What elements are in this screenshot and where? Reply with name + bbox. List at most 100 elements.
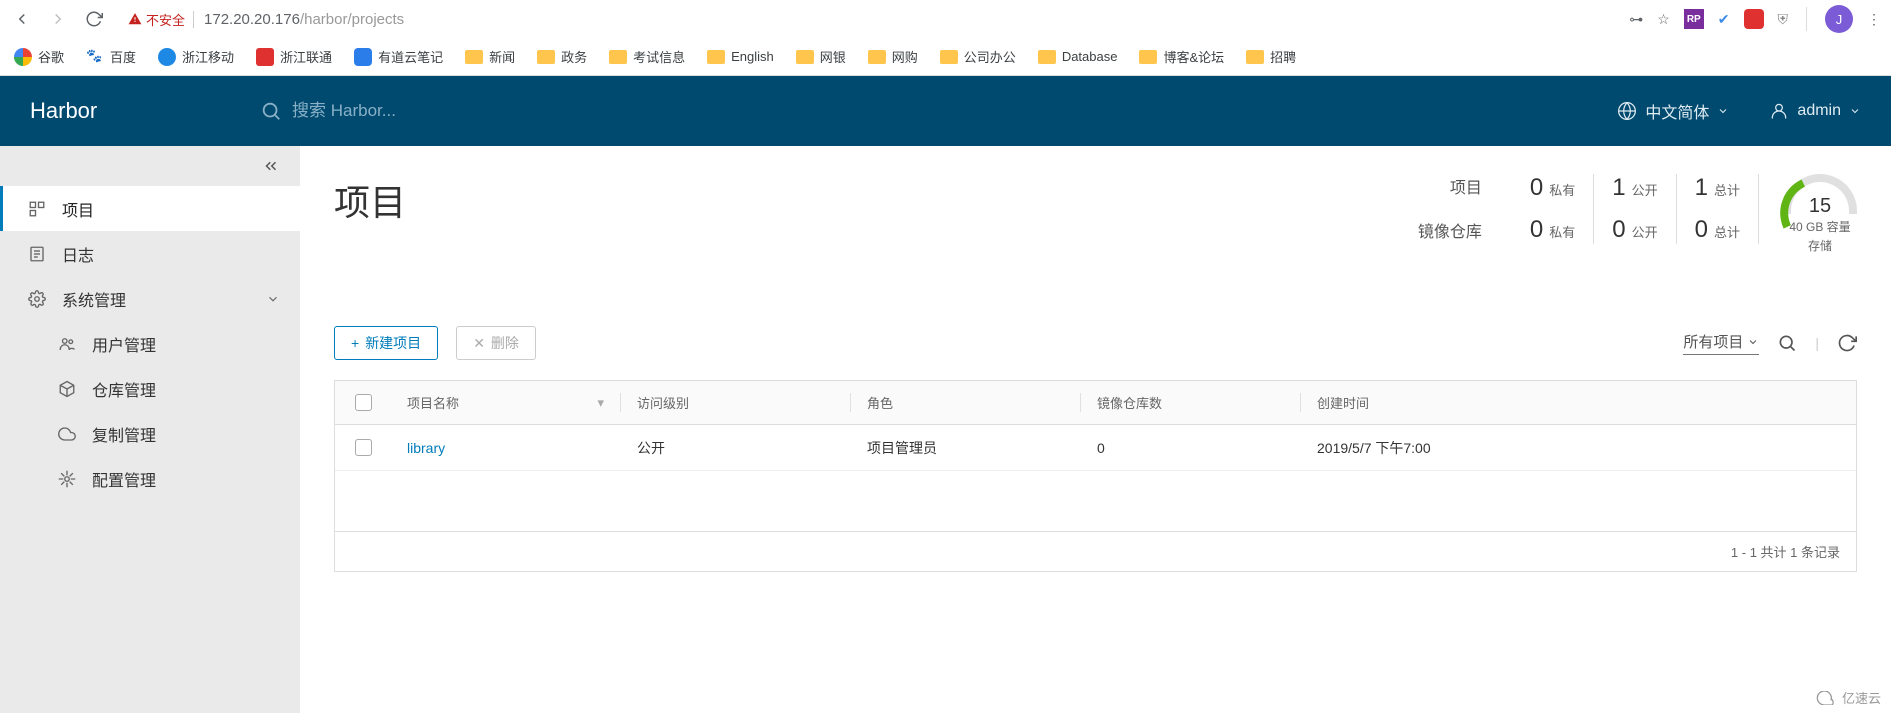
key-icon[interactable]: ⊶ xyxy=(1629,11,1643,28)
watermark: 亿速云 xyxy=(1816,688,1881,707)
insecure-badge: 不安全 xyxy=(128,10,185,29)
col-repo-count[interactable]: 镜像仓库数 xyxy=(1081,393,1301,412)
bookmark-english[interactable]: English xyxy=(707,49,774,64)
folder-icon xyxy=(1139,50,1157,64)
table-footer: 1 - 1 共计 1 条记录 xyxy=(335,531,1856,571)
bookmark-exam[interactable]: 考试信息 xyxy=(609,47,685,66)
sidebar-item-replication[interactable]: 复制管理 xyxy=(0,411,300,456)
filter-dropdown[interactable]: 所有项目 xyxy=(1683,331,1759,355)
col-access[interactable]: 访问级别 xyxy=(621,393,851,412)
bookmark-google[interactable]: 谷歌 xyxy=(14,47,64,66)
sidebar-item-users[interactable]: 用户管理 xyxy=(0,321,300,366)
search-wrapper xyxy=(260,100,1617,122)
bookmark-gov[interactable]: 政务 xyxy=(537,47,587,66)
menu-icon[interactable]: ⋮ xyxy=(1867,11,1881,28)
gear-icon xyxy=(58,470,78,488)
sort-icon: ▾ xyxy=(597,395,604,411)
bookmark-office[interactable]: 公司办公 xyxy=(940,47,1016,66)
chevron-down-icon xyxy=(1747,336,1759,348)
folder-icon xyxy=(1246,50,1264,64)
reload-button[interactable] xyxy=(82,7,106,31)
bookmark-zjunicom[interactable]: 浙江联通 xyxy=(256,47,332,66)
sidebar-item-logs[interactable]: 日志 xyxy=(0,231,300,276)
bookmarks-bar: 谷歌 🐾百度 浙江移动 浙江联通 有道云笔记 新闻 政务 考试信息 Englis… xyxy=(0,38,1891,76)
select-all-checkbox[interactable] xyxy=(355,394,372,411)
cell-role: 项目管理员 xyxy=(851,438,1081,458)
cloud-icon xyxy=(1816,691,1838,705)
sidebar-item-repos[interactable]: 仓库管理 xyxy=(0,366,300,411)
browser-right-icons: ⊶ ☆ RP ✔ ⛨ J ⋮ xyxy=(1629,5,1881,33)
sidebar-collapse-button[interactable] xyxy=(0,146,300,186)
stat-repos-public: 0公开 xyxy=(1612,216,1657,244)
forward-button[interactable] xyxy=(46,7,70,31)
address-bar[interactable]: 不安全 172.20.20.176/harbor/projects xyxy=(118,4,1617,34)
new-project-button[interactable]: + 新建项目 xyxy=(334,326,438,360)
bird-extension-icon[interactable]: ✔ xyxy=(1718,11,1730,28)
delete-button[interactable]: ✕ 删除 xyxy=(456,326,536,360)
user-dropdown[interactable]: admin xyxy=(1769,101,1861,121)
stat-projects-public: 1公开 xyxy=(1612,174,1657,202)
projects-icon xyxy=(28,200,48,218)
project-link[interactable]: library xyxy=(391,440,621,456)
plus-icon: + xyxy=(351,335,359,351)
col-role[interactable]: 角色 xyxy=(851,393,1081,412)
bookmark-zjmobile[interactable]: 浙江移动 xyxy=(158,47,234,66)
projects-table: 项目名称▾ 访问级别 角色 镜像仓库数 创建时间 library 公开 项目管理… xyxy=(334,380,1857,572)
cloud-icon xyxy=(58,425,78,443)
red-extension-icon[interactable] xyxy=(1744,9,1764,29)
search-toggle-button[interactable] xyxy=(1777,333,1797,353)
star-icon[interactable]: ☆ xyxy=(1657,11,1670,28)
chevron-down-icon xyxy=(266,292,280,306)
cube-icon xyxy=(58,380,78,398)
row-checkbox[interactable] xyxy=(355,439,372,456)
sidebar-item-config[interactable]: 配置管理 xyxy=(0,456,300,501)
search-input[interactable] xyxy=(292,101,592,121)
refresh-button[interactable] xyxy=(1837,333,1857,353)
stat-repos-private: 0私有 xyxy=(1530,216,1575,244)
stats-panel: 项目 镜像仓库 0私有 0私有 1公开 0公开 1总计 0总计 15 40 GB… xyxy=(1418,174,1857,256)
bookmark-database[interactable]: Database xyxy=(1038,49,1118,64)
folder-icon xyxy=(707,50,725,64)
chevron-down-icon xyxy=(1849,105,1861,117)
folder-icon xyxy=(1038,50,1056,64)
folder-icon xyxy=(868,50,886,64)
chevron-down-icon xyxy=(1717,105,1729,117)
x-icon: ✕ xyxy=(473,335,485,352)
stat-projects-private: 0私有 xyxy=(1530,174,1575,202)
cell-repo-count: 0 xyxy=(1081,440,1301,456)
col-name[interactable]: 项目名称▾ xyxy=(391,393,621,412)
search-icon xyxy=(260,100,282,122)
language-dropdown[interactable]: 中文简体 xyxy=(1617,99,1729,123)
bookmark-jobs[interactable]: 招聘 xyxy=(1246,47,1296,66)
sidebar: 项目 日志 系统管理 用户管理 仓库管理 复制管理 配置管理 xyxy=(0,146,300,713)
bookmark-youdao[interactable]: 有道云笔记 xyxy=(354,47,443,66)
folder-icon xyxy=(796,50,814,64)
main-content: 项目 项目 镜像仓库 0私有 0私有 1公开 0公开 1总计 0总计 15 40… xyxy=(300,146,1891,713)
bookmark-bank[interactable]: 网银 xyxy=(796,47,846,66)
double-chevron-left-icon xyxy=(262,157,280,175)
url-text: 172.20.20.176/harbor/projects xyxy=(193,11,404,28)
bookmark-baidu[interactable]: 🐾百度 xyxy=(86,47,136,66)
sidebar-item-admin[interactable]: 系统管理 xyxy=(0,276,300,321)
app-logo: Harbor xyxy=(0,98,260,124)
back-button[interactable] xyxy=(10,7,34,31)
folder-icon xyxy=(609,50,627,64)
browser-nav-bar: 不安全 172.20.20.176/harbor/projects ⊶ ☆ RP… xyxy=(0,0,1891,38)
users-icon xyxy=(58,335,78,353)
col-created[interactable]: 创建时间 xyxy=(1301,393,1856,412)
bookmark-blog[interactable]: 博客&论坛 xyxy=(1139,47,1224,66)
bookmark-shop[interactable]: 网购 xyxy=(868,47,918,66)
profile-avatar[interactable]: J xyxy=(1825,5,1853,33)
shield-extension-icon[interactable]: ⛨ xyxy=(1778,11,1789,28)
bookmark-news[interactable]: 新闻 xyxy=(465,47,515,66)
rp-extension-icon[interactable]: RP xyxy=(1684,9,1704,29)
table-row: library 公开 项目管理员 0 2019/5/7 下午7:00 xyxy=(335,425,1856,471)
stat-repos-total: 0总计 xyxy=(1695,216,1740,244)
stat-projects-total: 1总计 xyxy=(1695,174,1740,202)
folder-icon xyxy=(940,50,958,64)
user-icon xyxy=(1769,101,1789,121)
logs-icon xyxy=(28,245,48,263)
storage-gauge: 15 40 GB 容量 存储 xyxy=(1759,174,1857,256)
sidebar-item-projects[interactable]: 项目 xyxy=(0,186,300,231)
cell-access: 公开 xyxy=(621,438,851,458)
